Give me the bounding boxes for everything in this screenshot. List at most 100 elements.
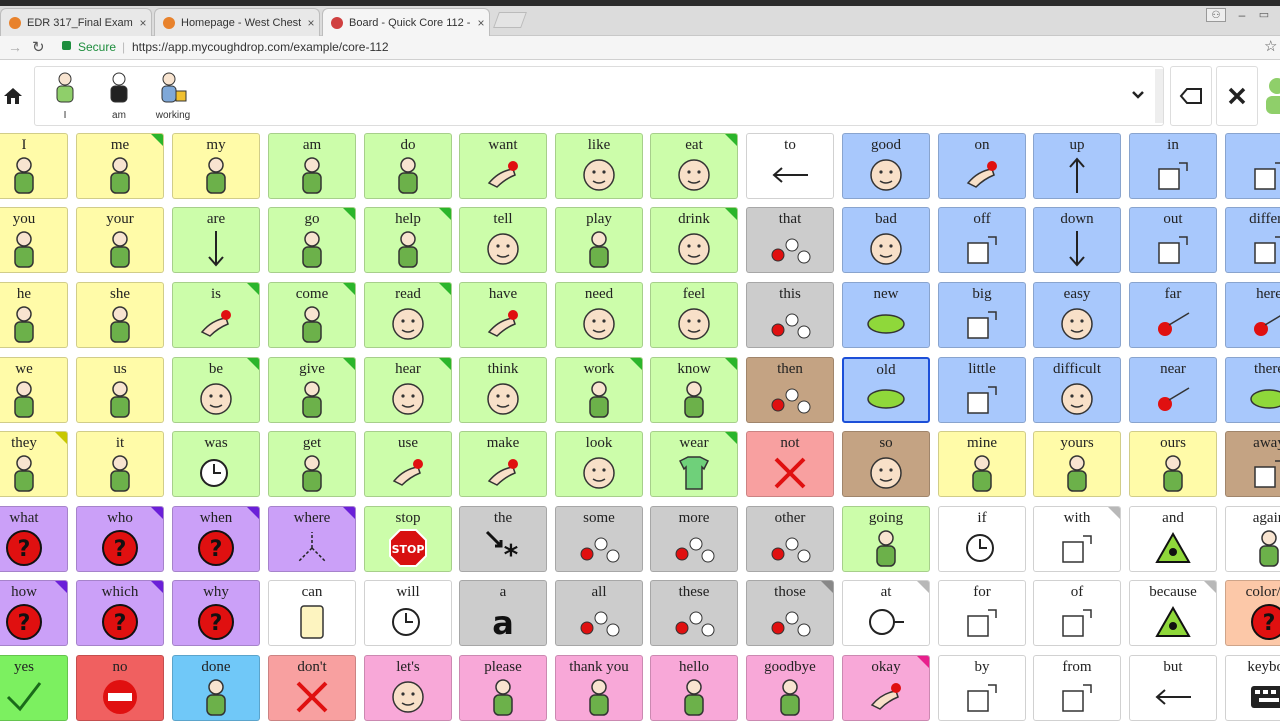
button-tile[interactable]: tell bbox=[459, 207, 547, 273]
button-tile[interactable]: make bbox=[459, 431, 547, 497]
button-tile[interactable]: some bbox=[555, 506, 643, 572]
backspace-button[interactable] bbox=[1170, 66, 1212, 126]
button-tile[interactable]: why? bbox=[172, 580, 260, 646]
button-tile[interactable]: us bbox=[76, 357, 164, 423]
close-icon[interactable]: × bbox=[473, 16, 489, 30]
button-tile[interactable]: but bbox=[1129, 655, 1217, 721]
button-tile[interactable]: she bbox=[76, 282, 164, 348]
button-tile[interactable]: let's bbox=[364, 655, 452, 721]
button-tile[interactable]: come bbox=[268, 282, 356, 348]
profile-icon[interactable]: ⚇ bbox=[1206, 8, 1226, 22]
button-tile[interactable]: for bbox=[938, 580, 1026, 646]
button-tile[interactable]: eat bbox=[650, 133, 738, 199]
button-tile[interactable]: who? bbox=[76, 506, 164, 572]
button-tile[interactable]: from bbox=[1033, 655, 1121, 721]
button-tile[interactable]: am bbox=[268, 133, 356, 199]
button-tile[interactable]: no bbox=[76, 655, 164, 721]
button-tile[interactable]: when? bbox=[172, 506, 260, 572]
button-tile[interactable]: you bbox=[0, 207, 68, 273]
button-tile[interactable]: going bbox=[842, 506, 930, 572]
button-tile[interactable]: feel bbox=[650, 282, 738, 348]
button-tile[interactable]: can bbox=[268, 580, 356, 646]
button-tile[interactable]: they bbox=[0, 431, 68, 497]
button-tile[interactable]: drink bbox=[650, 207, 738, 273]
button-tile[interactable]: we bbox=[0, 357, 68, 423]
dropdown-button[interactable] bbox=[1123, 75, 1153, 115]
button-tile[interactable]: more bbox=[650, 506, 738, 572]
button-tile[interactable]: do bbox=[364, 133, 452, 199]
button-tile[interactable]: there bbox=[1225, 357, 1280, 423]
button-tile[interactable]: know bbox=[650, 357, 738, 423]
button-tile[interactable]: big bbox=[938, 282, 1026, 348]
tab-homepage[interactable]: Homepage - West Chest × bbox=[154, 8, 320, 36]
button-tile[interactable]: away bbox=[1225, 431, 1280, 497]
button-tile[interactable]: your bbox=[76, 207, 164, 273]
scrollbar[interactable] bbox=[1155, 69, 1163, 123]
button-tile[interactable]: is bbox=[172, 282, 260, 348]
button-tile[interactable]: goodbye bbox=[746, 655, 834, 721]
button-tile[interactable]: because bbox=[1129, 580, 1217, 646]
button-tile[interactable]: by bbox=[938, 655, 1026, 721]
button-tile[interactable]: be bbox=[172, 357, 260, 423]
button-tile[interactable]: color/vi? bbox=[1225, 580, 1280, 646]
maximize-icon[interactable]: ▭ bbox=[1254, 8, 1274, 22]
new-tab-button[interactable] bbox=[493, 12, 527, 28]
button-tile[interactable]: my bbox=[172, 133, 260, 199]
button-tile[interactable]: me bbox=[76, 133, 164, 199]
button-tile[interactable]: mine bbox=[938, 431, 1026, 497]
button-tile[interactable]: these bbox=[650, 580, 738, 646]
button-tile[interactable]: need bbox=[555, 282, 643, 348]
button-tile[interactable]: of bbox=[1033, 580, 1121, 646]
button-tile[interactable]: on bbox=[938, 133, 1026, 199]
button-tile[interactable]: not bbox=[746, 431, 834, 497]
button-tile[interactable]: think bbox=[459, 357, 547, 423]
forward-icon[interactable]: → bbox=[8, 39, 22, 55]
button-tile[interactable]: down bbox=[1033, 207, 1121, 273]
button-tile[interactable]: here bbox=[1225, 282, 1280, 348]
button-tile[interactable]: don't bbox=[268, 655, 356, 721]
button-tile[interactable]: yes bbox=[0, 655, 68, 721]
home-button[interactable] bbox=[0, 74, 26, 118]
button-tile[interactable]: are bbox=[172, 207, 260, 273]
button-tile[interactable]: hello bbox=[650, 655, 738, 721]
reload-icon[interactable]: ↻ bbox=[32, 38, 45, 56]
button-tile[interactable]: again bbox=[1225, 506, 1280, 572]
button-tile[interactable]: get bbox=[268, 431, 356, 497]
sentence-word[interactable]: working bbox=[147, 71, 199, 123]
button-tile[interactable]: wear bbox=[650, 431, 738, 497]
tab-board[interactable]: Board - Quick Core 112 - × bbox=[322, 8, 490, 36]
button-tile[interactable]: what? bbox=[0, 506, 68, 572]
button-tile[interactable]: old bbox=[842, 357, 930, 423]
button-tile[interactable]: out bbox=[1129, 207, 1217, 273]
button-tile[interactable] bbox=[1225, 133, 1280, 199]
button-tile[interactable]: near bbox=[1129, 357, 1217, 423]
tab-edr317[interactable]: EDR 317_Final Exam - 20 × bbox=[0, 8, 152, 36]
close-icon[interactable]: × bbox=[303, 16, 319, 30]
button-tile[interactable]: to bbox=[746, 133, 834, 199]
button-tile[interactable]: yours bbox=[1033, 431, 1121, 497]
minimize-icon[interactable]: – bbox=[1232, 8, 1252, 22]
button-tile[interactable]: give bbox=[268, 357, 356, 423]
button-tile[interactable]: he bbox=[0, 282, 68, 348]
sentence-word[interactable]: I bbox=[45, 71, 85, 123]
button-tile[interactable]: this bbox=[746, 282, 834, 348]
button-tile[interactable]: that bbox=[746, 207, 834, 273]
button-tile[interactable]: help bbox=[364, 207, 452, 273]
button-tile[interactable]: will bbox=[364, 580, 452, 646]
button-tile[interactable]: done bbox=[172, 655, 260, 721]
button-tile[interactable]: then bbox=[746, 357, 834, 423]
button-tile[interactable]: new bbox=[842, 282, 930, 348]
button-tile[interactable]: please bbox=[459, 655, 547, 721]
button-tile[interactable]: look bbox=[555, 431, 643, 497]
button-tile[interactable]: work bbox=[555, 357, 643, 423]
button-tile[interactable]: was bbox=[172, 431, 260, 497]
button-tile[interactable]: want bbox=[459, 133, 547, 199]
button-tile[interactable]: off bbox=[938, 207, 1026, 273]
button-tile[interactable]: bad bbox=[842, 207, 930, 273]
sentence-word[interactable]: am bbox=[99, 71, 139, 123]
button-tile[interactable]: differe bbox=[1225, 207, 1280, 273]
button-tile[interactable]: use bbox=[364, 431, 452, 497]
button-tile[interactable]: easy bbox=[1033, 282, 1121, 348]
button-tile[interactable]: okay bbox=[842, 655, 930, 721]
button-tile[interactable]: all bbox=[555, 580, 643, 646]
